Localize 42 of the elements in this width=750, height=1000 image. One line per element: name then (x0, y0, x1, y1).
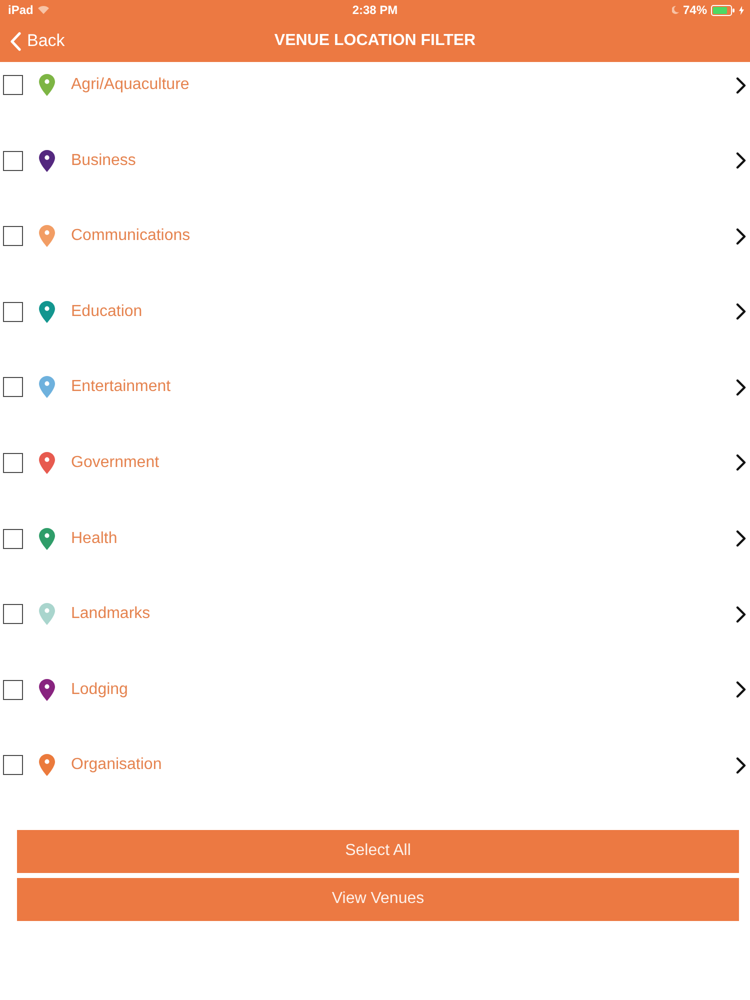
checkbox[interactable] (3, 377, 23, 398)
chevron-right-icon[interactable] (736, 378, 746, 396)
checkbox[interactable] (3, 604, 23, 624)
chevron-right-icon[interactable] (736, 756, 746, 774)
category-label: Health (71, 530, 118, 548)
action-button[interactable]: Select All (17, 830, 739, 873)
battery-icon (711, 4, 735, 16)
checkbox[interactable] (3, 226, 23, 246)
back-button[interactable]: Back (0, 31, 65, 51)
category-label: Business (71, 152, 137, 170)
category-label: Landmarks (71, 605, 152, 624)
checkbox[interactable] (3, 680, 23, 700)
battery-percent: 74% (682, 3, 707, 17)
category-label: Lodging (71, 680, 129, 699)
chevron-right-icon[interactable] (736, 681, 746, 698)
category-label: Organisation (71, 756, 163, 774)
chevron-right-icon[interactable] (736, 454, 746, 472)
checkbox[interactable] (3, 528, 23, 549)
screen-title: VENUE LOCATION FILTER (274, 32, 476, 50)
chevron-right-icon[interactable] (736, 76, 746, 94)
wifi-icon (38, 6, 50, 14)
chevron-right-icon[interactable] (736, 228, 746, 245)
chevron-right-icon[interactable] (736, 606, 746, 623)
moon-icon (672, 6, 679, 14)
checkbox[interactable] (3, 302, 23, 322)
chevron-right-icon[interactable] (736, 303, 746, 320)
chevron-left-icon (10, 32, 21, 50)
status-time: 2:38 PM (352, 3, 398, 17)
checkbox[interactable] (3, 75, 23, 95)
checkbox[interactable] (3, 150, 23, 171)
category-label: Education (71, 302, 144, 321)
category-label: Entertainment (71, 378, 172, 396)
category-label: Communications (71, 227, 192, 246)
chevron-right-icon[interactable] (736, 152, 746, 170)
action-button[interactable]: View Venues (17, 878, 739, 921)
device-name: iPad (8, 3, 34, 17)
category-label: Agri/Aquaculture (71, 76, 190, 94)
category-label: Government (71, 454, 160, 472)
checkbox[interactable] (3, 452, 23, 473)
charging-bolt-icon (739, 6, 744, 14)
chevron-right-icon[interactable] (736, 530, 746, 548)
checkbox[interactable] (3, 755, 23, 776)
